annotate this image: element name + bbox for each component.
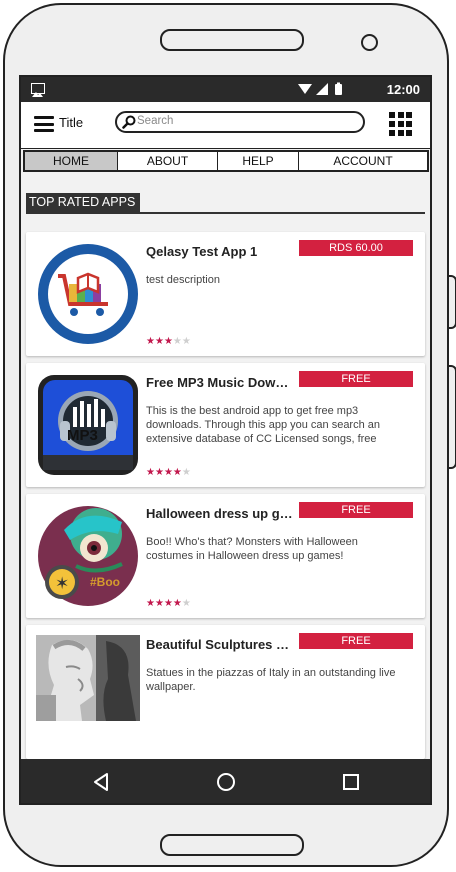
app-title: Title: [59, 115, 84, 130]
recent-apps-icon[interactable]: [340, 771, 362, 793]
app-name: Qelasy Test App 1: [146, 244, 258, 259]
app-description: test description: [146, 274, 220, 286]
side-button-lower: [449, 365, 456, 469]
status-time: 12:00: [386, 82, 420, 97]
tab-bar: HOME ABOUT HELP ACCOUNT: [23, 150, 429, 172]
device-screen: 12:00 Title Search HOME ABOUT HELP ACCOU…: [19, 75, 432, 805]
app-name: Free MP3 Music Downloader: [146, 375, 296, 390]
star-empty-icon: ★: [181, 467, 191, 478]
star-filled-icon: ★: [163, 467, 173, 478]
sculpture-photo-icon: [36, 635, 140, 721]
app-name: Beautiful Sculptures Live Wallpaper: [146, 637, 296, 652]
rating-stars: ★★★★★: [146, 598, 191, 609]
image-notification-icon: [31, 83, 45, 97]
halloween-monster-icon: ✶ #Boo: [36, 504, 140, 608]
star-filled-icon: ★: [146, 336, 155, 347]
speaker-slot: [160, 29, 304, 51]
search-placeholder: Search: [137, 115, 174, 127]
app-description: Boo!! Who's that? Monsters with Hallowee…: [146, 536, 358, 562]
app-name: Halloween dress up games: [146, 506, 296, 521]
star-filled-icon: ★: [163, 598, 173, 609]
apps-grid-icon[interactable]: [389, 112, 413, 136]
star-filled-icon: ★: [172, 467, 182, 478]
tab-home[interactable]: HOME: [25, 152, 118, 170]
star-filled-icon: ★: [154, 467, 164, 478]
search-input[interactable]: Search: [115, 111, 365, 133]
signal-wifi-battery-icons: [298, 82, 342, 95]
tab-account[interactable]: ACCOUNT: [299, 152, 427, 170]
price-badge[interactable]: FREE: [299, 633, 413, 649]
star-filled-icon: ★: [146, 467, 155, 478]
star-empty-icon: ★: [172, 336, 182, 347]
star-filled-icon: ★: [146, 598, 155, 609]
price-badge[interactable]: FREE: [299, 371, 413, 387]
tab-help[interactable]: HELP: [218, 152, 299, 170]
shopping-cart-book-icon: [36, 242, 140, 346]
app-bar: Title Search: [21, 102, 430, 149]
rating-stars: ★★★★★: [146, 336, 191, 347]
star-empty-icon: ★: [181, 336, 191, 347]
svg-text:#Boo: #Boo: [90, 575, 120, 589]
price-badge[interactable]: RDS 60.00: [299, 240, 413, 256]
svg-text:✶: ✶: [55, 574, 69, 594]
app-card[interactable]: MP3 Free MP3 Music Downloader FREE This …: [26, 363, 425, 487]
svg-text:MP3: MP3: [67, 427, 98, 444]
price-badge[interactable]: FREE: [299, 502, 413, 518]
status-bar: 12:00: [21, 77, 430, 102]
menu-icon[interactable]: [34, 116, 54, 132]
star-filled-icon: ★: [154, 598, 164, 609]
rating-stars: ★★★★★: [146, 467, 191, 478]
tab-about[interactable]: ABOUT: [118, 152, 218, 170]
home-bezel-button: [160, 834, 304, 856]
front-camera: [361, 34, 378, 51]
app-card[interactable]: Qelasy Test App 1 RDS 60.00 test descrip…: [26, 232, 425, 356]
back-icon[interactable]: [91, 771, 113, 793]
mp3-headphones-icon: MP3: [36, 373, 140, 477]
home-icon[interactable]: [215, 771, 237, 793]
navigation-bar: [21, 759, 430, 803]
app-description: Statues in the piazzas of Italy in an ou…: [146, 667, 396, 693]
app-description: This is the best android app to get free…: [146, 405, 381, 445]
app-card[interactable]: Beautiful Sculptures Live Wallpaper FREE…: [26, 625, 425, 759]
star-empty-icon: ★: [181, 598, 191, 609]
star-filled-icon: ★: [172, 598, 182, 609]
app-card[interactable]: ✶ #Boo Halloween dress up games FREE Boo…: [26, 494, 425, 618]
section-title: TOP RATED APPS: [26, 193, 141, 212]
side-button-upper: [449, 275, 456, 329]
star-filled-icon: ★: [163, 336, 173, 347]
search-icon: [122, 115, 136, 129]
section-divider: [26, 212, 425, 214]
star-filled-icon: ★: [154, 336, 164, 347]
